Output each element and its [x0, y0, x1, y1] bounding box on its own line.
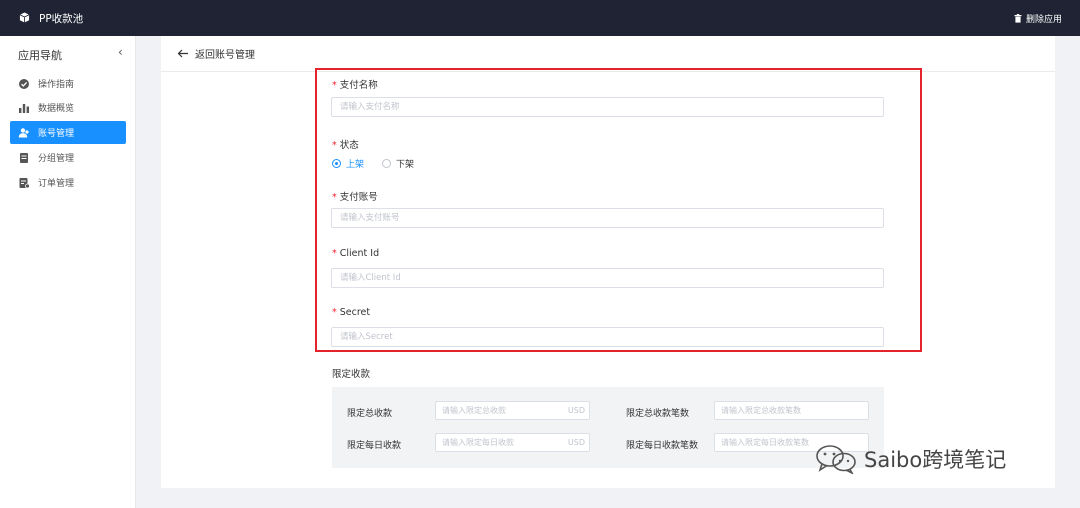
total-count-input[interactable]: 请输入限定总收款笔数	[714, 401, 869, 420]
collapse-sidebar-icon[interactable]: ‹	[118, 45, 123, 59]
client-id-label-text: Client Id	[339, 248, 380, 259]
limits-panel: 限定总收款 请输入限定总收款 USD 限定总收款笔数 请输入限定总收款笔数 限定…	[332, 387, 884, 468]
arrow-left-icon	[177, 49, 188, 58]
sidebar: 应用导航 ‹ 操作指南 数据概览 账号管理 分组管理 订单管理	[0, 36, 136, 508]
limits-section-title: 限定收款	[332, 369, 371, 380]
currency-unit: USD	[567, 438, 585, 447]
top-bar: PP收款池 删除应用	[0, 0, 1080, 36]
sidebar-item-account-management[interactable]: 账号管理	[10, 121, 126, 144]
sidebar-item-group-management[interactable]: 分组管理	[10, 146, 126, 169]
client-id-label: * Client Id	[332, 248, 379, 259]
total-amount-label: 限定总收款	[347, 409, 393, 419]
daily-amount-label: 限定每日收款	[347, 441, 402, 451]
sidebar-item-data-overview[interactable]: 数据概览	[10, 96, 126, 119]
sidebar-item-label: 数据概览	[38, 104, 75, 114]
required-mark: *	[332, 307, 337, 318]
status-radio-group: 上架 下架	[332, 157, 432, 170]
daily-amount-placeholder: 请输入限定每日收款	[442, 438, 514, 447]
total-amount-input[interactable]: 请输入限定总收款 USD	[435, 401, 590, 420]
uninstall-app-label: 删除应用	[1025, 15, 1062, 25]
back-link-label: 返回账号管理	[195, 50, 255, 61]
payment-name-label: * 支付名称	[332, 77, 378, 91]
back-to-accounts-link[interactable]: 返回账号管理	[177, 46, 255, 61]
watermark-text: Saibo跨境笔记	[864, 448, 1007, 472]
cube-logo-icon	[19, 12, 30, 23]
users-icon	[18, 127, 29, 137]
payment-account-input[interactable]: 请输入支付账号	[331, 208, 884, 228]
sidebar-item-label: 账号管理	[38, 129, 75, 139]
wechat-icon	[816, 445, 856, 474]
sidebar-item-label: 操作指南	[38, 80, 75, 90]
sidebar-item-guide[interactable]: 操作指南	[10, 72, 126, 95]
payment-name-label-text: 支付名称	[339, 80, 378, 91]
check-circle-icon	[19, 78, 29, 89]
currency-unit: USD	[567, 406, 585, 415]
payment-name-input[interactable]: 请输入支付名称	[331, 97, 884, 117]
required-mark: *	[332, 140, 337, 151]
required-mark: *	[332, 192, 337, 203]
payment-account-label-text: 支付账号	[339, 192, 378, 203]
secret-label: * Secret	[332, 307, 370, 318]
watermark: Saibo跨境笔记	[814, 444, 1006, 474]
status-option-label: 上架	[346, 160, 365, 170]
status-radio-delisted[interactable]: 下架	[382, 157, 414, 170]
list-doc-icon	[19, 177, 30, 188]
required-mark: *	[332, 80, 337, 91]
sidebar-item-label: 订单管理	[38, 179, 75, 189]
secret-label-text: Secret	[339, 307, 371, 318]
sidebar-item-order-management[interactable]: 订单管理	[10, 171, 126, 194]
status-label-text: 状态	[339, 140, 359, 151]
sidebar-title: 应用导航	[18, 49, 62, 62]
sidebar-item-label: 分组管理	[38, 154, 75, 164]
daily-count-label: 限定每日收款笔数	[626, 441, 699, 451]
app-title: PP收款池	[39, 13, 84, 25]
total-count-label: 限定总收款笔数	[626, 409, 690, 419]
status-option-label: 下架	[396, 160, 415, 170]
required-mark: *	[332, 248, 337, 259]
secret-input[interactable]: 请输入Secret	[331, 327, 884, 347]
document-icon	[20, 152, 28, 163]
radio-checked-icon	[332, 159, 341, 168]
daily-amount-input[interactable]: 请输入限定每日收款 USD	[435, 433, 590, 452]
status-radio-listed[interactable]: 上架	[332, 157, 364, 170]
total-amount-placeholder: 请输入限定总收款	[442, 406, 506, 415]
client-id-input[interactable]: 请输入Client Id	[331, 268, 884, 288]
payment-account-label: * 支付账号	[332, 189, 378, 203]
radio-unchecked-icon	[382, 159, 392, 168]
uninstall-app-button[interactable]: 删除应用	[1014, 12, 1062, 25]
status-label: * 状态	[332, 137, 359, 151]
trash-icon	[1014, 14, 1022, 23]
bar-chart-icon	[19, 103, 29, 113]
